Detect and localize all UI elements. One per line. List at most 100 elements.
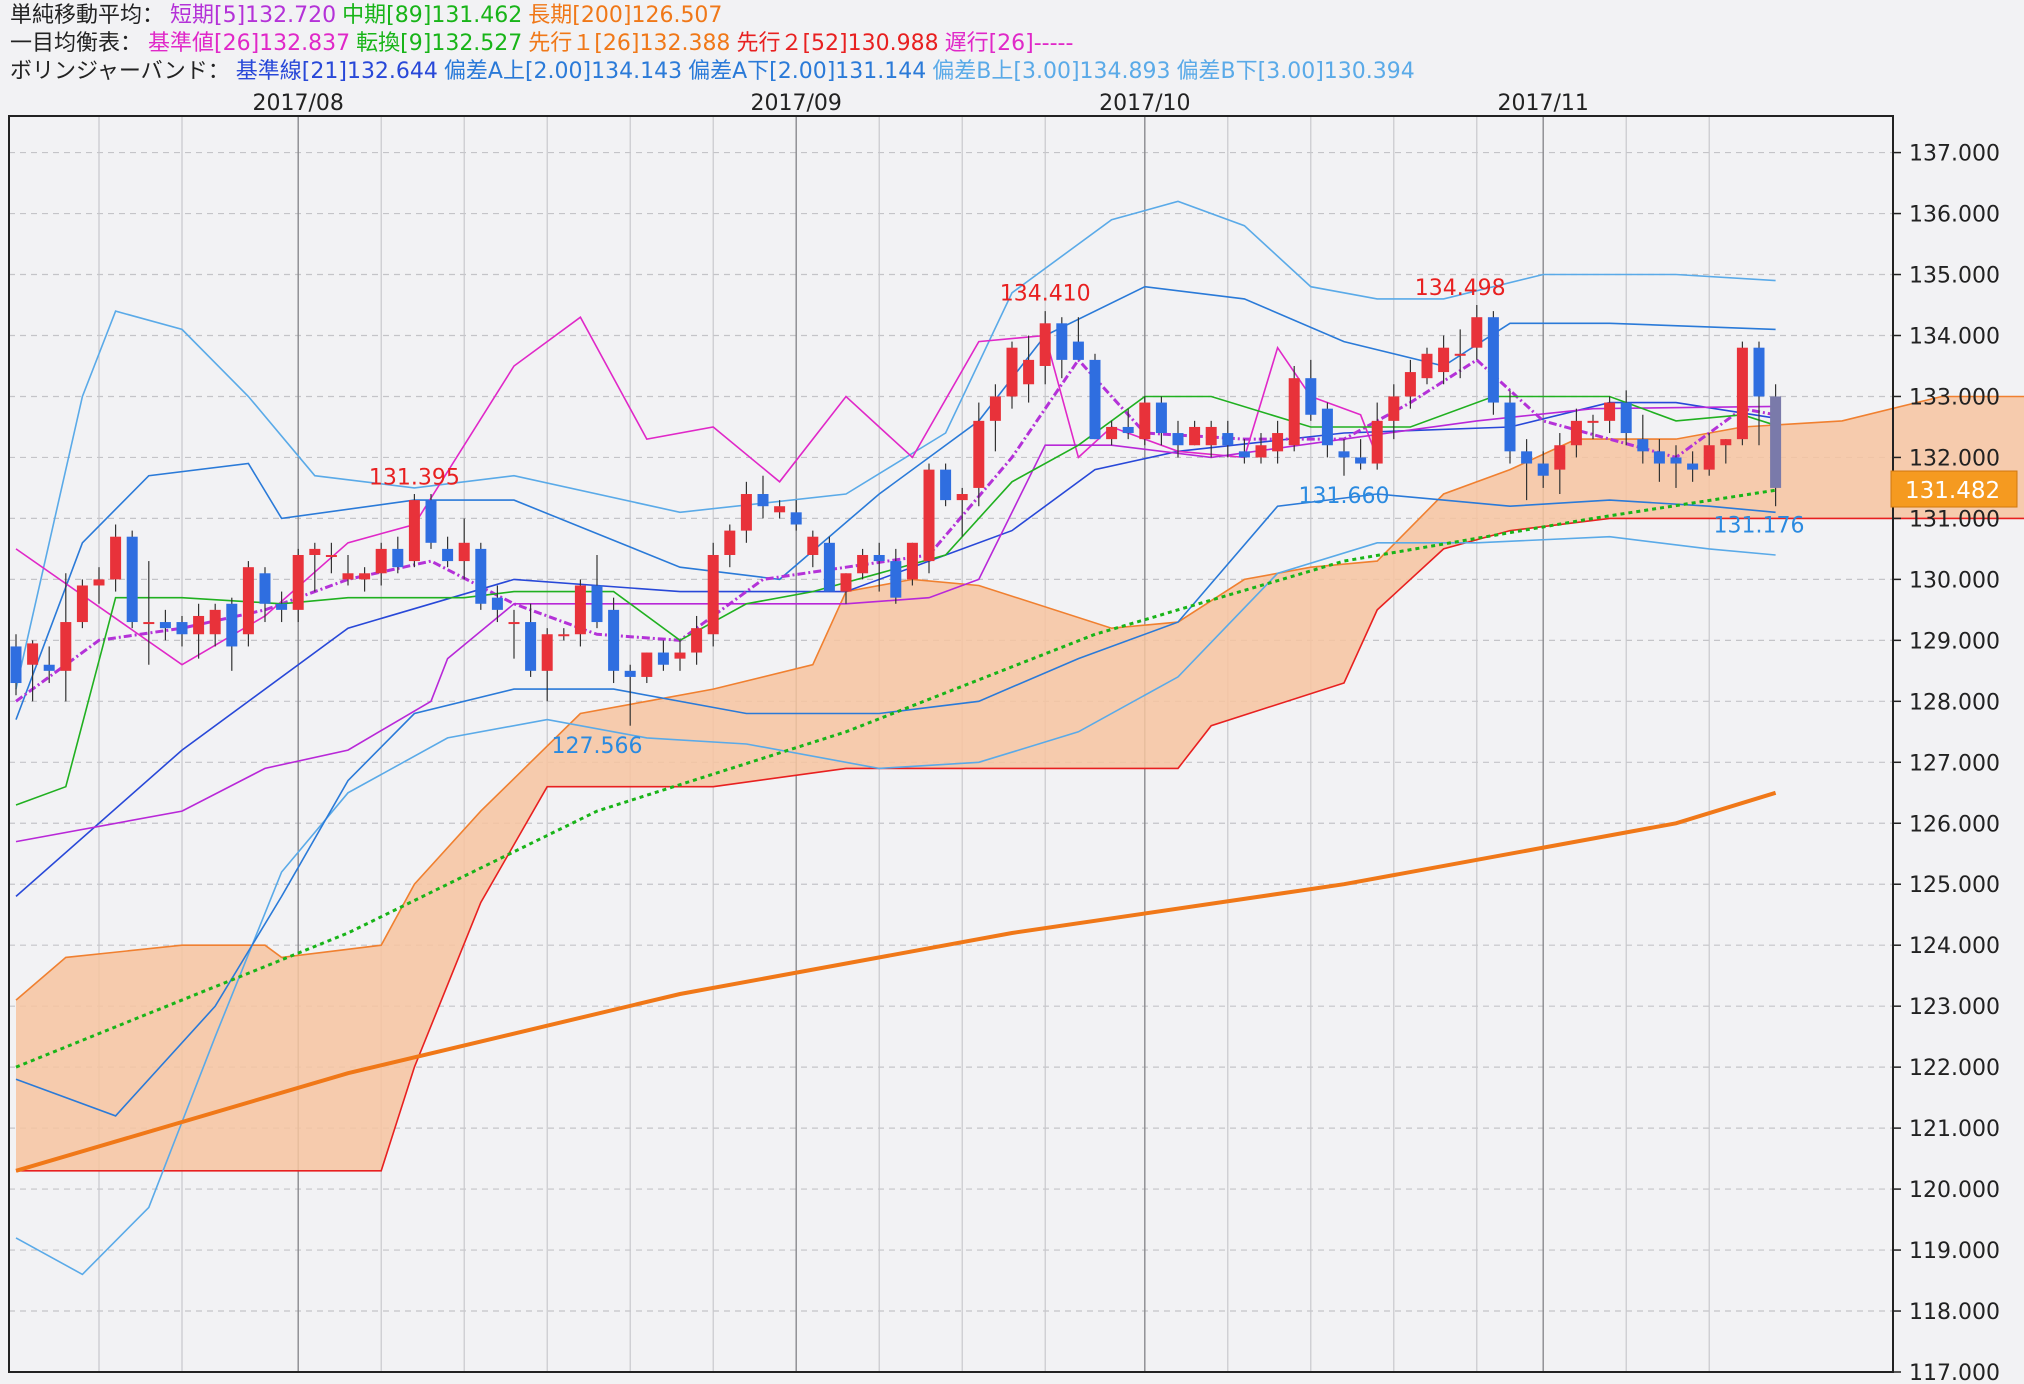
y-tick-label: 117.000 (1909, 1361, 2000, 1384)
candle-body (1056, 323, 1068, 360)
candle-body (1770, 396, 1782, 488)
y-tick-label: 124.000 (1909, 934, 2000, 959)
candle-body (1222, 433, 1234, 446)
candle-body (890, 561, 902, 598)
y-tick-label: 135.000 (1909, 264, 2000, 289)
y-tick-label: 123.000 (1909, 995, 2000, 1020)
candle-body (840, 573, 852, 592)
candle-body (1421, 353, 1433, 379)
candle-body (657, 652, 669, 665)
high-price-label: 134.410 (1000, 281, 1091, 306)
candle-body (1238, 451, 1250, 458)
candle-body (1637, 439, 1649, 452)
candle-body (458, 542, 470, 562)
candle-body (93, 579, 105, 586)
candle-body (574, 585, 586, 635)
candle-body (1670, 457, 1682, 464)
candle-body (1653, 451, 1665, 464)
candle-body (1122, 426, 1134, 434)
y-tick-label: 133.000 (1909, 385, 2000, 410)
candle-body (442, 548, 454, 562)
month-label: 2017/09 (750, 91, 841, 116)
candle-body (940, 469, 952, 501)
candle-body (906, 542, 918, 580)
candle (242, 561, 254, 647)
candle-body (1106, 426, 1118, 440)
candle-body (1454, 353, 1466, 356)
candle-body (1438, 347, 1450, 373)
candle-body (508, 622, 520, 625)
candle-body (608, 609, 620, 671)
y-tick-label: 129.000 (1909, 629, 2000, 654)
month-label: 2017/11 (1497, 91, 1588, 116)
candle (707, 542, 719, 647)
candle (906, 542, 918, 586)
candle (1089, 353, 1101, 440)
candle-body (956, 494, 968, 501)
y-tick-label: 125.000 (1909, 873, 2000, 898)
candle-body (491, 597, 503, 610)
candle-body (1471, 317, 1483, 348)
candle-body (309, 548, 321, 555)
candle-body (1720, 439, 1732, 446)
y-tick-label: 126.000 (1909, 812, 2000, 837)
candle-body (740, 494, 752, 531)
candle-body (392, 548, 404, 568)
candle-body (1504, 402, 1516, 452)
candle (823, 536, 835, 592)
candle-body (1537, 463, 1549, 476)
y-axis: 137.000 136.000 135.000 134.000 133.000 132.0… (1893, 142, 2000, 1384)
current-price-label: 131.482 (1905, 478, 2000, 504)
x-axis-months: 2017/08 2017/09 2017/10 2017/11 (252, 91, 1588, 116)
candle-body (1321, 408, 1333, 446)
candle-body (973, 420, 985, 488)
candle-body (1521, 451, 1533, 464)
candle-body (425, 500, 437, 543)
low-price-label: 131.660 (1299, 484, 1390, 509)
candle-body (1687, 463, 1699, 470)
y-tick-label: 132.000 (1909, 446, 2000, 471)
candle-body (1155, 402, 1167, 434)
candle-body (1089, 359, 1101, 440)
candle-body (226, 603, 238, 647)
y-tick-label: 137.000 (1909, 142, 2000, 167)
candle (940, 463, 952, 507)
candle (1770, 384, 1782, 507)
candle-body (923, 469, 935, 562)
y-tick-label: 136.000 (1909, 203, 2000, 228)
candle (1736, 341, 1748, 446)
candle-body (1620, 402, 1632, 434)
y-tick-label: 128.000 (1909, 690, 2000, 715)
candle-body (1172, 433, 1184, 446)
y-tick-label: 127.000 (1909, 751, 2000, 776)
candle (475, 542, 487, 610)
y-tick-label: 122.000 (1909, 1056, 2000, 1081)
candle-body (193, 615, 205, 635)
candle-body (1338, 451, 1350, 458)
candle-body (1736, 347, 1748, 440)
candle-body (43, 664, 55, 671)
candle (76, 579, 88, 629)
candle (923, 463, 935, 574)
candle-body (558, 634, 570, 637)
candle-body (375, 548, 387, 574)
candle-body (857, 554, 869, 574)
candle-body (1272, 433, 1284, 452)
low-price-label: 131.176 (1714, 514, 1805, 539)
candle-body (989, 396, 1001, 421)
price-chart[interactable]: 131.395 127.566 134.410 131.660 134.498 131.1… (0, 0, 2024, 1384)
candle-body (27, 643, 39, 665)
y-tick-label: 131.000 (1909, 507, 2000, 532)
low-price-label: 127.566 (552, 734, 643, 759)
y-tick-label: 130.000 (1909, 568, 2000, 593)
month-label: 2017/08 (252, 91, 343, 116)
candle (1487, 311, 1499, 415)
month-label: 2017/10 (1099, 91, 1190, 116)
y-tick-label: 120.000 (1909, 1178, 2000, 1203)
candle-body (757, 494, 769, 507)
candle-body (1570, 420, 1582, 446)
candle-body (126, 536, 138, 623)
candle-body (1487, 317, 1499, 403)
candle-body (823, 542, 835, 592)
candle-body (541, 634, 553, 671)
